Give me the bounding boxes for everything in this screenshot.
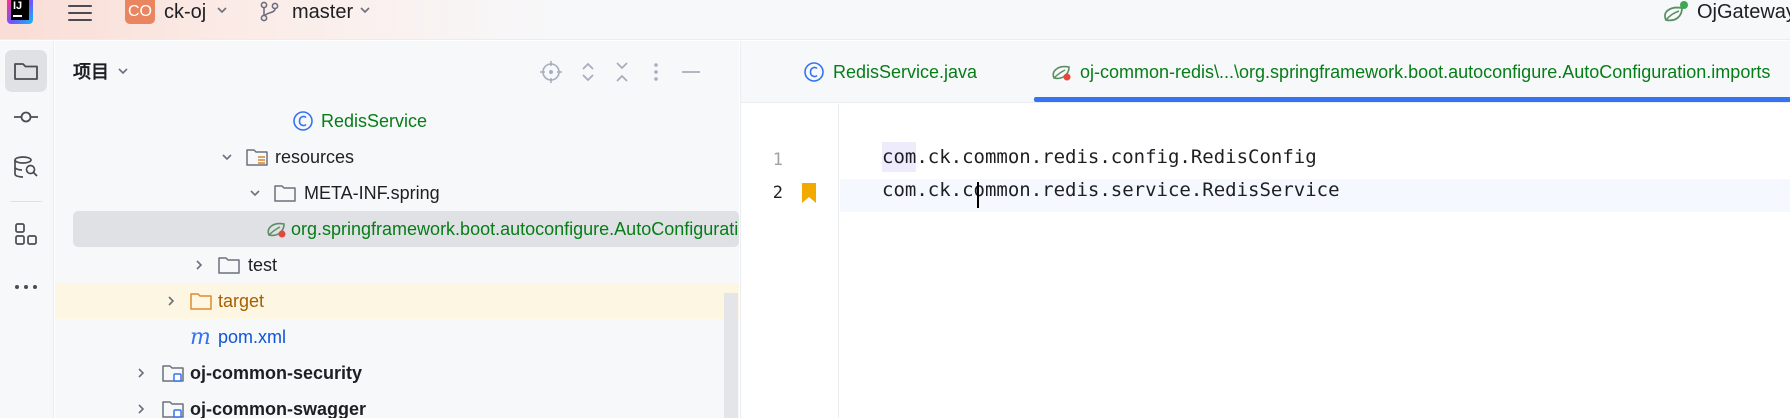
tab-autoconfiguration-imports[interactable]: oj-common-redis\...\org.springframework.… [1034,41,1790,103]
folder-icon [14,63,38,80]
line-number: 1 [772,150,783,170]
more-tools-button[interactable] [5,266,47,308]
tree-item-label: oj-common-swagger [190,399,367,418]
chevron-right-icon[interactable] [165,295,177,307]
module-icon [162,365,184,382]
svg-text:m: m [190,325,211,349]
tool-window-stripe [0,41,54,418]
database-tool-button[interactable] [5,146,47,188]
tree-item-label: org.springframework.boot.autoconfigure.A… [291,219,739,239]
more-horizontal-icon [15,285,37,289]
tree-item-label: test [248,255,278,275]
project-tool-button[interactable] [5,50,47,92]
project-panel-header: 项目 [55,41,739,103]
folder-icon [274,185,296,202]
locate-file-icon[interactable] [539,60,563,84]
structure-tool-button[interactable] [5,213,47,255]
branch-name[interactable]: master [292,0,353,24]
main-menu-icon[interactable] [68,2,94,24]
stripe-divider [10,201,42,202]
excluded-folder-icon [190,293,212,310]
commit-tool-button[interactable] [5,96,47,138]
collapse-all-icon[interactable] [610,60,634,84]
tree-item-target[interactable]: target [55,283,739,319]
chevron-down-icon[interactable] [221,151,233,163]
project-badge[interactable]: CO [125,0,155,24]
app-logo-text: IJ [13,0,23,12]
project-chevron-down-icon[interactable] [216,4,228,16]
tree-item-pom-xml[interactable]: m pom.xml [55,319,739,355]
tree-item-label: resources [275,147,355,167]
spring-file-icon [1052,65,1071,81]
run-configuration-name[interactable]: OjGateway [1697,0,1790,24]
tree-item-resources[interactable]: resources [55,139,739,175]
active-tab-indicator [1034,97,1790,102]
editor: RedisService.java oj-common-redis\...\or… [740,41,1790,418]
chevron-right-icon[interactable] [193,259,205,271]
code-area[interactable]: com.ck.common.redis.config.RedisConfig c… [840,104,1790,418]
tab-label: RedisService.java [833,62,978,82]
chevron-down-icon[interactable] [249,187,261,199]
structure-icon [15,223,37,245]
tree-item-oj-common-security[interactable]: oj-common-security [55,355,739,391]
module-icon [162,401,184,418]
git-branch-icon[interactable] [259,0,281,22]
title-bar: IJ CO ck-oj master OjGateway [0,0,1790,40]
panel-scrollbar[interactable] [724,293,738,418]
database-search-icon [14,156,38,178]
tree-item-label: RedisService [321,111,428,131]
editor-tabs: RedisService.java oj-common-redis\...\or… [741,41,1790,103]
tab-label: oj-common-redis\...\org.springframework.… [1080,62,1771,82]
tree-item-autoconfiguration-imports[interactable]: org.springframework.boot.autoconfigure.A… [73,211,739,247]
folder-icon [218,257,240,274]
tree-item-oj-common-swagger[interactable]: oj-common-swagger [55,391,739,418]
tree-item-meta-inf-spring[interactable]: META-INF.spring [55,175,739,211]
line-number: 2 [772,183,783,203]
chevron-right-icon[interactable] [135,403,147,415]
tree-item-redisservice[interactable]: RedisService [55,103,739,139]
editor-gutter: 1 2 [741,104,839,418]
tree-item-test[interactable]: test [55,247,739,283]
bookmark-icon[interactable] [801,183,817,203]
panel-title[interactable]: 项目 [73,61,109,83]
project-name[interactable]: ck-oj [164,0,206,24]
hide-panel-icon[interactable] [679,60,703,84]
commit-icon [14,111,38,123]
expand-all-icon[interactable] [576,60,600,84]
intellij-logo-icon[interactable]: IJ [7,0,33,24]
tree-item-label: oj-common-security [190,363,363,383]
tab-redisservice-java[interactable]: RedisService.java [741,41,1034,103]
resources-folder-icon [246,149,268,166]
branch-chevron-down-icon[interactable] [359,4,371,16]
code-line[interactable]: com.ck.common.redis.service.RedisService [882,179,1340,201]
spring-run-config-icon[interactable] [1660,0,1690,26]
chevron-right-icon[interactable] [135,367,147,379]
options-vertical-icon[interactable] [644,60,668,84]
project-panel: 项目 RedisService resources META-INF.sprin… [55,41,739,418]
maven-icon: m [190,325,211,349]
panel-title-chevron-down-icon[interactable] [117,65,129,77]
code-line[interactable]: com.ck.common.redis.config.RedisConfig [882,146,1317,168]
text-caret [977,182,979,208]
class-icon [293,111,313,131]
project-tree: RedisService resources META-INF.spring o… [55,103,739,418]
tree-item-label: pom.xml [218,327,287,347]
tree-item-label: META-INF.spring [304,183,440,203]
class-icon [804,62,824,82]
tree-item-label: target [218,291,265,311]
spring-file-icon [267,222,286,238]
